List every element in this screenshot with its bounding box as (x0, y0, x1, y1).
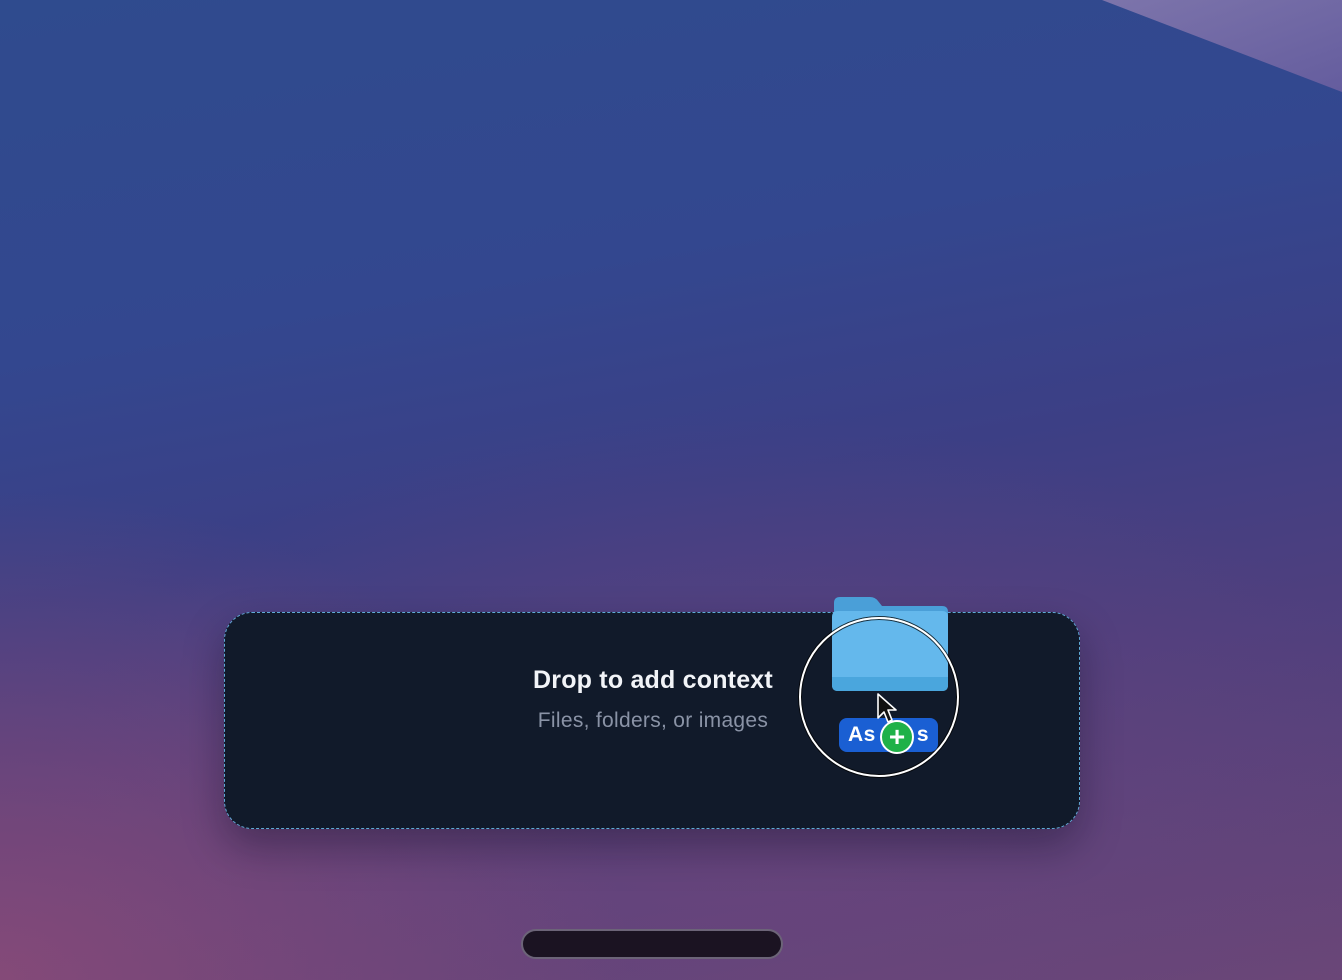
plus-icon: + (880, 720, 914, 754)
dragged-folder-label-end: s (916, 723, 929, 746)
dragged-folder-label-start: As (848, 723, 876, 746)
dragged-folder[interactable]: As s + (799, 590, 969, 785)
desktop-wallpaper-shape (1102, 0, 1342, 92)
pointer-cursor-icon (877, 693, 897, 723)
home-indicator-bar[interactable] (521, 929, 783, 959)
